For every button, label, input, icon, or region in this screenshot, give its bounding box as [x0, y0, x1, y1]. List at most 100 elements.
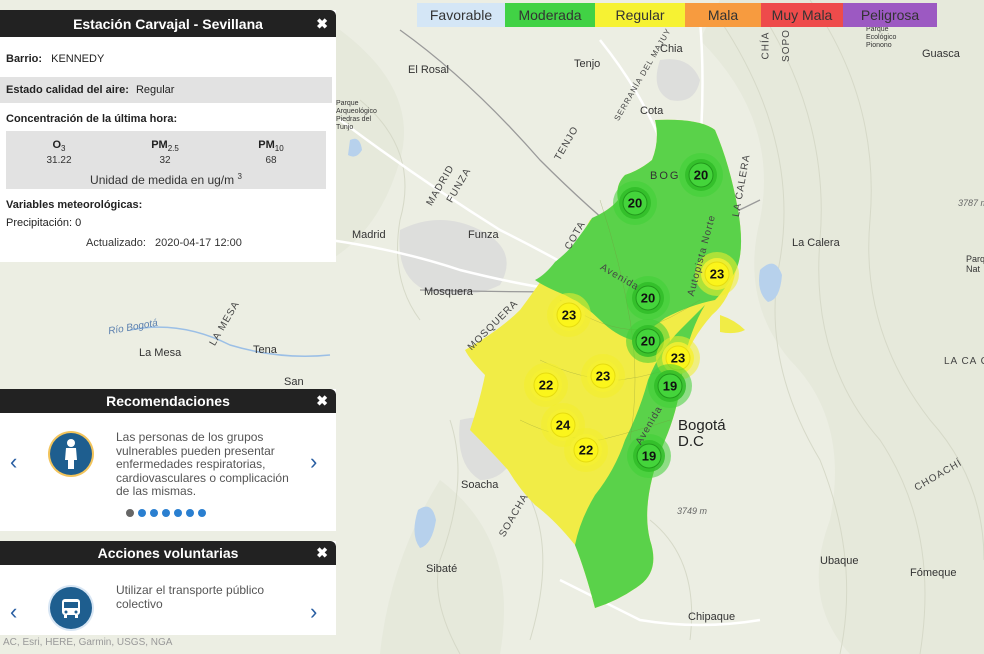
place-san: San [284, 376, 304, 388]
station-value: 23 [562, 308, 576, 323]
pollutant-0: O3 31.22 [6, 139, 112, 166]
place-bog: BOG [650, 170, 681, 182]
actions-panel: Acciones voluntarias ✖ ‹ › Utilizar el t… [0, 541, 336, 635]
updated-row: Actualizado: 2020-04-17 12:00 [0, 237, 336, 249]
precip: Precipitación: 0 [6, 217, 82, 229]
place-parque-2: Parque Ecológico Pionono [866, 26, 897, 49]
pollutant-row: O3 31.22 PM2.5 32 PM10 68 [6, 131, 326, 166]
region-chia: CHÍA [760, 31, 772, 60]
carousel-dot[interactable] [126, 509, 134, 517]
legend-item-regular: Regular [595, 3, 685, 27]
close-icon[interactable]: ✖ [316, 393, 328, 410]
station-marker[interactable]: 22 [524, 363, 568, 407]
station-value: 22 [539, 378, 553, 393]
place-cota: Cota [640, 105, 664, 117]
map-attribution: AC, Esri, HERE, Garmin, USGS, NGA [3, 637, 173, 648]
pollutant-name: O3 [52, 139, 66, 154]
station-value: 23 [596, 369, 610, 384]
station-panel: Estación Carvajal - Sevillana ✖ Barrio: … [0, 10, 336, 262]
place-guasca: Guasca [922, 48, 960, 60]
met-label: Variables meteorológicas: [0, 199, 336, 211]
place-tena: Tena [253, 344, 277, 356]
pollutant-sub: 2.5 [167, 144, 179, 154]
station-marker[interactable]: 22 [564, 428, 608, 472]
air-quality-legend: Favorable Moderada Regular Mala Muy Mala Peli… [417, 3, 937, 27]
estado-row: Estado calidad del aire: Regular [0, 77, 332, 103]
pollutant-value: 68 [265, 155, 277, 167]
barrio-label: Barrio: [6, 53, 43, 65]
met-label-text: Variables meteorológicas: [6, 199, 143, 211]
estado-label: Estado calidad del aire: [6, 84, 129, 96]
place-la-calera: La Calera [792, 237, 840, 249]
legend-item-favorable: Favorable [417, 3, 505, 27]
place-sibate: Sibaté [426, 563, 458, 575]
recommendations-header: Recomendaciones ✖ [0, 389, 336, 413]
carousel-dot[interactable] [150, 509, 158, 517]
unit-text: Unidad de medida en ug/m [90, 173, 235, 188]
recommendations-panel: Recomendaciones ✖ ‹ › Las personas de lo… [0, 389, 336, 531]
station-marker[interactable]: 23 [581, 354, 625, 398]
place-soacha: Soacha [461, 479, 499, 491]
chevron-left-icon[interactable]: ‹ [10, 449, 17, 475]
place-mosquera: Mosquera [424, 286, 473, 298]
station-marker[interactable]: 20 [679, 153, 723, 197]
elevation-1: 3749 m [677, 506, 708, 516]
pollutant-value: 31.22 [46, 155, 72, 167]
station-marker[interactable]: 20 [613, 181, 657, 225]
pollutant-sub: 3 [61, 144, 66, 154]
station-value: 23 [671, 351, 685, 366]
station-value: 20 [694, 168, 708, 183]
conc-label: Concentración de la última hora: [0, 113, 336, 125]
elevation-2: 3787 m [958, 198, 984, 208]
pollutant-name: PM10 [258, 139, 284, 154]
legend-item-peligrosa: Peligrosa [843, 3, 937, 27]
pollutant-2: PM10 68 [218, 139, 324, 166]
carousel-dot[interactable] [162, 509, 170, 517]
recommendations-title: Recomendaciones [106, 393, 230, 409]
carousel-dot[interactable] [186, 509, 194, 517]
estado-value: Regular [135, 84, 175, 96]
chevron-right-icon[interactable]: › [310, 599, 317, 625]
legend-item-moderada: Moderada [505, 3, 595, 27]
updated-label: Actualizado: [86, 237, 146, 249]
pollutant-name: PM2.5 [151, 139, 179, 154]
station-value: 24 [556, 418, 571, 433]
barrio-row: Barrio: KENNEDY [0, 53, 336, 67]
region-sopo: SOPO [780, 29, 792, 62]
station-marker[interactable]: 23 [547, 293, 591, 337]
concentration-box: O3 31.22 PM2.5 32 PM10 68 Unidad de medida en… [6, 131, 326, 189]
close-icon[interactable]: ✖ [316, 545, 328, 562]
chevron-left-icon[interactable]: ‹ [10, 599, 17, 625]
place-bogota: Bogotá [678, 417, 726, 434]
station-value: 19 [663, 379, 677, 394]
place-dc: D.C [678, 433, 704, 450]
station-marker[interactable]: 19 [648, 364, 692, 408]
recommendations-text: Las personas de los grupos vulnerables p… [116, 430, 289, 498]
station-value: 20 [641, 334, 655, 349]
person-icon [50, 433, 92, 475]
carousel-dot[interactable] [138, 509, 146, 517]
station-title: Estación Carvajal - Sevillana [73, 15, 263, 32]
region-la-ca-choa: LA CA CHOA [944, 356, 984, 367]
legend-item-muy-mala: Muy Mala [761, 3, 843, 27]
place-parque: Parque Arqueológico Piedras del Tunjo [336, 100, 377, 131]
carousel-dots [126, 509, 206, 517]
chevron-right-icon[interactable]: › [310, 449, 317, 475]
close-icon[interactable]: ✖ [316, 15, 328, 32]
place-ubaque: Ubaque [820, 555, 859, 567]
unit-sup: 3 [237, 172, 242, 182]
place-nat: Parque Nat [966, 254, 984, 274]
place-la-mesa: La Mesa [139, 347, 182, 359]
place-el-rosal: El Rosal [408, 64, 449, 76]
unit-row: Unidad de medida en ug/m 3 [6, 172, 326, 187]
legend-item-mala: Mala [685, 3, 761, 27]
bus-icon [50, 587, 92, 629]
place-tenjo: Tenjo [574, 58, 601, 70]
place-chipaque: Chipaque [688, 611, 736, 623]
carousel-dot[interactable] [198, 509, 206, 517]
pollutant-sub: 10 [274, 144, 284, 154]
barrio-value: KENNEDY [51, 53, 105, 65]
station-value: 20 [628, 196, 642, 211]
actions-text: Utilizar el transporte público colectivo [116, 583, 265, 611]
carousel-dot[interactable] [174, 509, 182, 517]
